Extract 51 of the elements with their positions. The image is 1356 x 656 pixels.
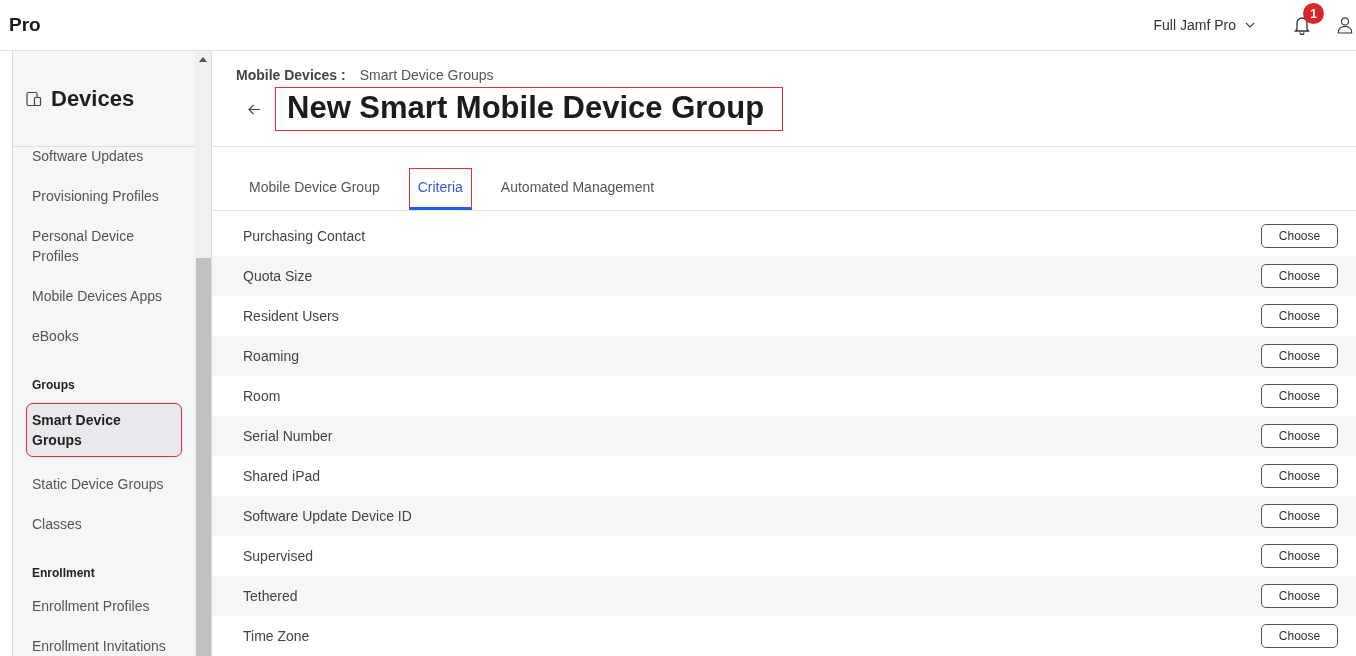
devices-icon: [26, 90, 42, 107]
sidebar-item[interactable]: Personal Device Profiles: [13, 216, 183, 276]
criteria-name: Roaming: [243, 348, 300, 364]
criteria-name: Quota Size: [243, 268, 313, 284]
sidebar-item[interactable]: Software Updates: [13, 147, 183, 176]
choose-button[interactable]: Choose: [1261, 624, 1338, 648]
criteria-name: Resident Users: [243, 308, 339, 324]
sidebar-item[interactable]: Provisioning Profiles: [13, 176, 183, 216]
choose-button[interactable]: Choose: [1261, 544, 1338, 568]
sidebar-title: Devices: [51, 85, 135, 112]
criteria-name: Serial Number: [243, 428, 333, 444]
sidebar-item[interactable]: Mobile Devices Apps: [13, 276, 183, 316]
page-title: New Smart Mobile Device Group: [275, 87, 784, 131]
back-arrow-icon[interactable]: [248, 103, 261, 115]
sidebar-item[interactable]: Smart Device Groups: [25, 402, 183, 458]
choose-button[interactable]: Choose: [1261, 584, 1338, 608]
criteria-name: Shared iPad: [243, 468, 321, 484]
criteria-name: Software Update Device ID: [243, 508, 412, 524]
criteria-name: Time Zone: [243, 628, 310, 644]
choose-button[interactable]: Choose: [1261, 224, 1338, 248]
sidebar-item[interactable]: Classes: [13, 504, 183, 544]
tab[interactable]: Mobile Device Group: [240, 168, 389, 210]
choose-button[interactable]: Choose: [1261, 464, 1338, 488]
breadcrumb-link[interactable]: Mobile Devices :: [236, 67, 346, 83]
criteria-name: Room: [243, 388, 281, 404]
sidebar-section-heading: Groups: [31, 377, 76, 394]
brand-name: Pro: [9, 14, 41, 36]
chevron-down-icon: [1245, 22, 1255, 28]
notification-bell-icon[interactable]: [1293, 15, 1311, 35]
tab[interactable]: Criteria: [408, 168, 472, 210]
sidebar-scrollbar[interactable]: [195, 51, 212, 656]
choose-button[interactable]: Choose: [1261, 384, 1338, 408]
choose-button[interactable]: Choose: [1261, 344, 1338, 368]
choose-button[interactable]: Choose: [1261, 424, 1338, 448]
user-icon[interactable]: [1337, 15, 1353, 35]
sidebar-item[interactable]: Static Device Groups: [13, 464, 183, 504]
sidebar-section-heading: Enrollment: [31, 565, 96, 582]
tab[interactable]: Automated Management: [491, 168, 664, 210]
sidebar-item[interactable]: Enrollment Invitations: [13, 626, 183, 656]
choose-button[interactable]: Choose: [1261, 304, 1338, 328]
breadcrumb-current: Smart Device Groups: [359, 67, 494, 83]
scroll-up-arrow-icon[interactable]: [199, 57, 207, 62]
environment-dropdown[interactable]: Full Jamf Pro: [1149, 13, 1259, 37]
choose-button[interactable]: Choose: [1261, 264, 1338, 288]
criteria-name: Supervised: [243, 548, 314, 564]
sidebar-item[interactable]: eBooks: [13, 316, 183, 356]
choose-button[interactable]: Choose: [1261, 504, 1338, 528]
sidebar-item[interactable]: Enrollment Profiles: [13, 586, 183, 626]
notification-count-badge: 1: [1303, 3, 1324, 24]
criteria-name: Tethered: [243, 588, 298, 604]
criteria-name: Purchasing Contact: [243, 228, 366, 244]
